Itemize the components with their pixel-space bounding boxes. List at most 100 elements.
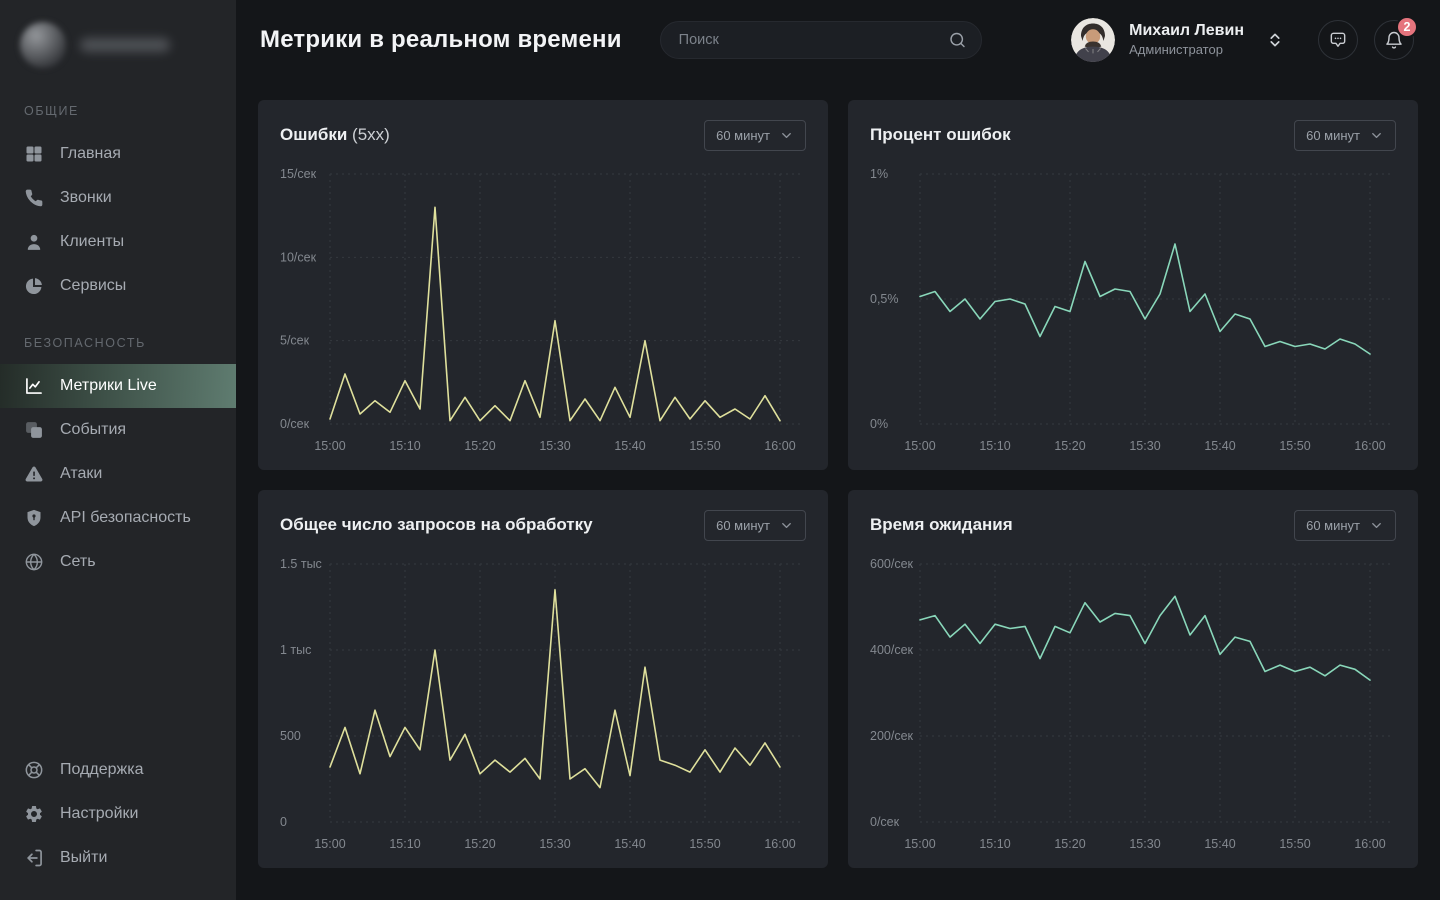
sidebar-item-events[interactable]: События	[0, 408, 236, 452]
sidebar-item-label: Поддержка	[60, 761, 143, 779]
line-chart-latency: 600/сек 400/сек 200/сек 0/сек 15:00 15:10 15:2…	[870, 552, 1396, 854]
avatar-image	[1071, 18, 1115, 62]
sidebar-item-support[interactable]: Поддержка	[0, 748, 236, 792]
svg-text:16:00: 16:00	[764, 837, 795, 851]
chart-panel-header: Ошибки (5xx)60 минут	[280, 118, 806, 152]
svg-text:0/сек: 0/сек	[870, 815, 900, 829]
chart-title: Общее число запросов на обработку	[280, 515, 593, 535]
sidebar-item-label: Метрики Live	[60, 377, 157, 395]
chart-title-text: Время ожидания	[870, 515, 1013, 534]
top-bar: Метрики в реальном времени	[236, 0, 1440, 80]
svg-text:15:20: 15:20	[464, 439, 495, 453]
notifications-button[interactable]: 2	[1374, 20, 1414, 60]
phone-icon	[24, 188, 44, 208]
search-input[interactable]	[660, 21, 982, 59]
sidebar-item-label: Звонки	[60, 189, 112, 207]
svg-text:1 тыс: 1 тыс	[280, 643, 311, 657]
svg-text:15:40: 15:40	[1204, 837, 1235, 851]
app-window: ОБЩИЕ Главная Звонки Клиенты Сервисы БЕЗОПАСН…	[0, 0, 1440, 900]
svg-text:15:10: 15:10	[979, 439, 1010, 453]
sidebar-item-label: Сервисы	[60, 277, 126, 295]
svg-text:15:10: 15:10	[979, 837, 1010, 851]
messages-button[interactable]	[1318, 20, 1358, 60]
chart-title-text: Процент ошибок	[870, 125, 1011, 144]
svg-text:15:40: 15:40	[614, 439, 645, 453]
user-info: Михаил Левин Администратор	[1129, 21, 1244, 59]
svg-text:15:30: 15:30	[1129, 837, 1160, 851]
svg-text:15:10: 15:10	[389, 837, 420, 851]
logo-wordmark	[80, 38, 170, 52]
svg-text:0: 0	[280, 815, 287, 829]
svg-text:15:30: 15:30	[1129, 439, 1160, 453]
svg-text:200/сек: 200/сек	[870, 729, 914, 743]
chart-panel-header: Время ожидания 60 минут	[870, 508, 1396, 542]
sidebar-item-settings[interactable]: Настройки	[0, 792, 236, 836]
svg-text:400/сек: 400/сек	[870, 643, 914, 657]
logo-icon	[20, 22, 66, 68]
time-range-select[interactable]: 60 минут	[1294, 510, 1396, 541]
time-range-select[interactable]: 60 минут	[704, 510, 806, 541]
svg-text:15:00: 15:00	[314, 439, 345, 453]
chart-title: Процент ошибок	[870, 125, 1011, 145]
page-title: Метрики в реальном времени	[260, 26, 622, 54]
time-range-value: 60 минут	[716, 129, 770, 142]
sidebar-item-network[interactable]: Сеть	[0, 540, 236, 584]
sidebar-nav: ОБЩИЕ Главная Звонки Клиенты Сервисы БЕЗОПАСН…	[0, 70, 236, 584]
sidebar-item-calls[interactable]: Звонки	[0, 176, 236, 220]
chevron-up-down-icon[interactable]	[1266, 31, 1284, 49]
chart-panel-header: Процент ошибок 60 минут	[870, 118, 1396, 152]
app-logo[interactable]	[0, 0, 236, 70]
chat-bubble-icon	[1328, 30, 1348, 50]
user-name: Михаил Левин	[1129, 21, 1244, 42]
sidebar-item-label: Настройки	[60, 805, 138, 823]
chevron-down-icon	[1369, 518, 1384, 533]
sidebar: ОБЩИЕ Главная Звонки Клиенты Сервисы БЕЗОПАСН…	[0, 0, 236, 900]
sidebar-item-label: Атаки	[60, 465, 102, 483]
sidebar-item-label: Главная	[60, 145, 121, 163]
sidebar-item-api-security[interactable]: API безопасность	[0, 496, 236, 540]
sidebar-item-home[interactable]: Главная	[0, 132, 236, 176]
chevron-down-icon	[779, 128, 794, 143]
avatar[interactable]	[1071, 18, 1115, 62]
pie-chart-icon	[24, 276, 44, 296]
svg-text:15:00: 15:00	[904, 837, 935, 851]
svg-text:500: 500	[280, 729, 301, 743]
sidebar-item-label: Сеть	[60, 553, 96, 571]
nav-section-label: БЕЗОПАСНОСТЬ	[0, 308, 236, 364]
notification-badge: 2	[1396, 16, 1418, 38]
svg-text:16:00: 16:00	[764, 439, 795, 453]
sidebar-footer: Поддержка Настройки Выйти	[0, 742, 236, 900]
svg-text:15:50: 15:50	[1279, 439, 1310, 453]
svg-text:0/сек: 0/сек	[280, 417, 310, 431]
charts-grid: Ошибки (5xx)60 минут15/сек10/сек5/сек0/с…	[236, 80, 1440, 900]
svg-text:15:10: 15:10	[389, 439, 420, 453]
search-icon[interactable]	[948, 31, 967, 50]
svg-text:600/сек: 600/сек	[870, 557, 914, 571]
time-range-select[interactable]: 60 минут	[704, 120, 806, 151]
chart-panel-total-requests: Общее число запросов на обработку 60 мину…	[258, 490, 828, 868]
nav-section-label: ОБЩИЕ	[0, 76, 236, 132]
svg-text:1%: 1%	[870, 167, 888, 181]
sidebar-item-metrics-live[interactable]: Метрики Live	[0, 364, 236, 408]
logout-icon	[24, 848, 44, 868]
svg-text:15:20: 15:20	[1054, 837, 1085, 851]
time-range-value: 60 минут	[716, 519, 770, 532]
svg-text:15:30: 15:30	[539, 439, 570, 453]
time-range-select[interactable]: 60 минут	[1294, 120, 1396, 151]
alert-triangle-icon	[24, 464, 44, 484]
sidebar-item-services[interactable]: Сервисы	[0, 264, 236, 308]
time-range-value: 60 минут	[1306, 519, 1360, 532]
grid-icon	[24, 144, 44, 164]
chart-panel-error-rate: Процент ошибок60 минут1%0,5%0%15:0015:10…	[848, 100, 1418, 470]
svg-text:1.5 тыс: 1.5 тыс	[280, 557, 322, 571]
sidebar-item-attacks[interactable]: Атаки	[0, 452, 236, 496]
line-chart-total-requests: 1.5 тыс1 тыс500015:0015:1015:2015:3015:4…	[280, 552, 806, 854]
search-box	[660, 21, 982, 59]
chart-panel-errors-5xx: Ошибки (5xx)60 минут15/сек10/сек5/сек0/с…	[258, 100, 828, 470]
sidebar-item-logout[interactable]: Выйти	[0, 836, 236, 880]
chart-title-text: Общее число запросов на обработку	[280, 515, 593, 534]
time-range-value: 60 минут	[1306, 129, 1360, 142]
user-menu: Михаил Левин Администратор 2	[1071, 18, 1414, 62]
sidebar-item-clients[interactable]: Клиенты	[0, 220, 236, 264]
user-icon	[24, 232, 44, 252]
